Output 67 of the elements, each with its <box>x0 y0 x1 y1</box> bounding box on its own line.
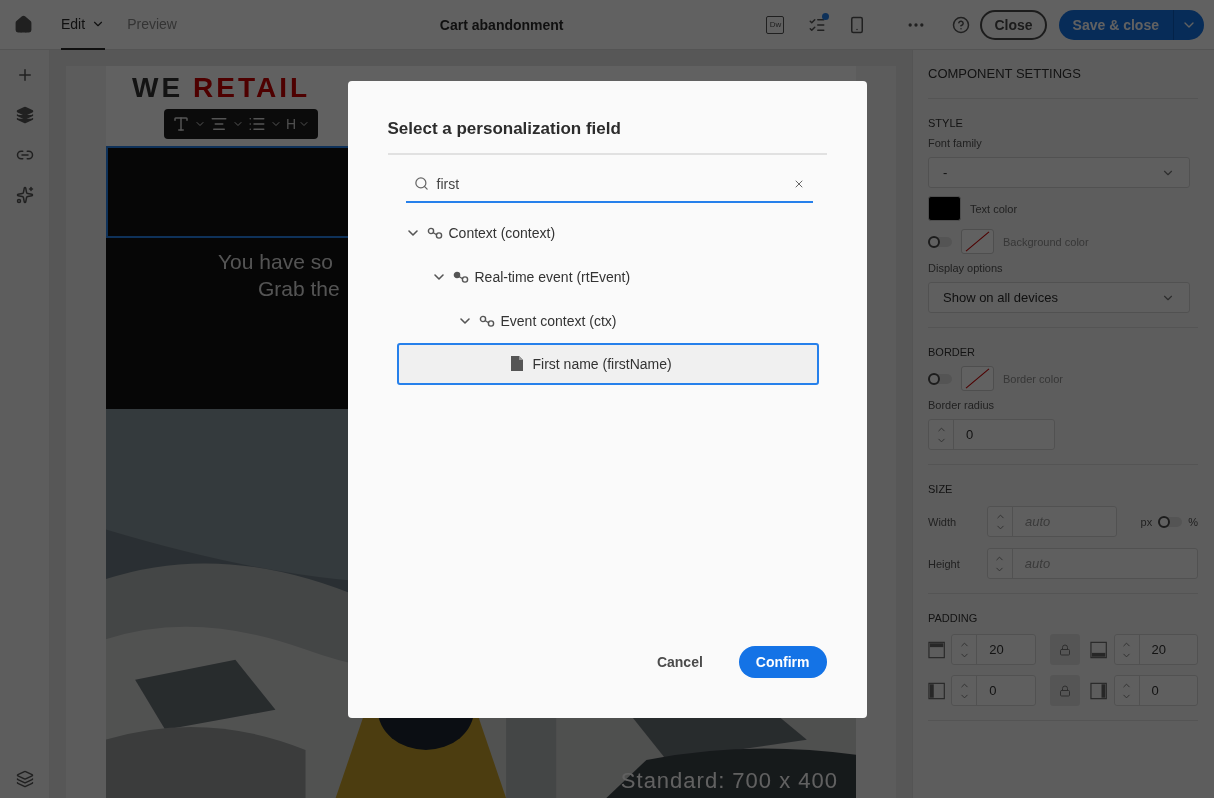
save-menu-button[interactable] <box>1173 9 1204 40</box>
cancel-button[interactable]: Cancel <box>642 645 717 678</box>
unit-label: % <box>1188 515 1198 528</box>
size-label: Standard: 700 x 400 <box>620 768 838 794</box>
padding-field[interactable]: 0 <box>951 675 1036 706</box>
dialog-title: Select a personalization field <box>387 118 827 155</box>
field-label: Border radius <box>928 399 996 411</box>
lock-icon <box>1059 684 1071 697</box>
link-icon <box>426 226 443 239</box>
hero-text: You have so <box>218 249 333 275</box>
align-icon[interactable] <box>210 115 228 133</box>
field-label: Display options <box>928 262 1004 274</box>
tree-item[interactable]: First name (firstName) <box>396 342 819 385</box>
tree-item[interactable]: Event context (ctx) <box>396 298 819 343</box>
padding-field[interactable]: 20 <box>951 634 1036 665</box>
dw-icon[interactable]: Dw <box>766 15 785 34</box>
padding-side-icon <box>1090 640 1108 659</box>
list-icon[interactable] <box>248 115 266 133</box>
color-swatch[interactable] <box>928 196 961 221</box>
field-label: Text color <box>970 202 1018 215</box>
hero-text: Grab the <box>258 276 340 302</box>
document-title: Cart abandonment <box>438 16 564 33</box>
help-icon[interactable] <box>952 15 971 34</box>
sparkle-icon[interactable] <box>15 186 34 204</box>
text-style-icon[interactable] <box>172 115 190 133</box>
section-title: SIZE <box>928 483 954 495</box>
tree-item[interactable]: Context (context) <box>396 210 819 255</box>
section-title: PADDING <box>928 612 979 624</box>
file-icon <box>510 356 523 371</box>
font-family-select[interactable]: - <box>928 157 1190 188</box>
heading-dropdown[interactable]: H <box>286 116 311 132</box>
lock-button[interactable] <box>1049 675 1081 706</box>
padding-side-icon <box>928 640 946 659</box>
padding-side-icon <box>928 681 946 700</box>
close-button[interactable]: Close <box>980 9 1047 40</box>
toggle-switch[interactable] <box>1158 516 1183 527</box>
layers-icon[interactable] <box>15 770 34 788</box>
padding-side-icon <box>1090 681 1108 700</box>
home-icon[interactable] <box>14 15 33 34</box>
no-color-swatch[interactable] <box>961 229 994 254</box>
search-icon <box>413 176 429 191</box>
lock-button[interactable] <box>1049 634 1081 665</box>
padding-field[interactable]: 0 <box>1113 675 1198 706</box>
confirm-button[interactable]: Confirm <box>738 645 827 678</box>
padding-field[interactable]: 20 <box>1113 634 1198 665</box>
no-color-swatch[interactable] <box>961 366 994 391</box>
field-label: Width <box>928 515 958 528</box>
layers-icon[interactable] <box>15 106 34 124</box>
field-label: Font family <box>928 137 983 149</box>
save-close-button[interactable]: Save & close <box>1058 9 1173 40</box>
logo-text: RETAIL <box>193 72 311 104</box>
display-select[interactable]: Show on all devices <box>928 282 1190 313</box>
lock-icon <box>1059 643 1071 656</box>
checklist-icon[interactable] <box>808 15 827 34</box>
event-link-icon <box>452 270 469 283</box>
unit-label: px <box>1140 515 1153 528</box>
toggle-switch[interactable] <box>928 373 952 384</box>
section-title: BORDER <box>928 346 977 358</box>
number-field[interactable]: 0 <box>928 419 1055 450</box>
section-title: STYLE <box>928 117 964 129</box>
search-field[interactable]: first <box>405 166 813 203</box>
tree-item[interactable]: Real-time event (rtEvent) <box>396 254 819 299</box>
field-label: Height <box>928 557 961 570</box>
logo-text: WE <box>132 72 184 104</box>
panel-title: COMPONENT SETTINGS <box>928 50 1198 99</box>
link-icon <box>478 314 495 327</box>
toggle-switch[interactable] <box>928 236 952 247</box>
